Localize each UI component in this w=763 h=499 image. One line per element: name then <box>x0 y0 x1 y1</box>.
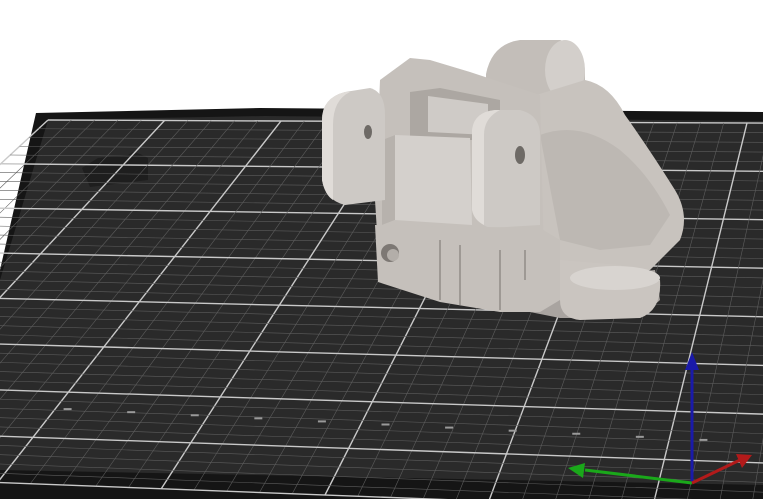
bed-scale-mark <box>127 411 136 414</box>
model-right-ear-hole <box>515 146 525 164</box>
bed-scale-mark <box>699 438 708 441</box>
bed-scale-mark <box>317 420 326 423</box>
model-left-ear-hole <box>364 125 372 139</box>
3d-scene[interactable] <box>0 0 763 499</box>
bed-scale-mark <box>635 435 644 438</box>
bed-scale-mark <box>508 429 517 432</box>
bed-scale-mark <box>445 426 454 429</box>
bed-scale-mark <box>63 408 72 411</box>
model-right-foot-top <box>570 266 660 290</box>
bed-scale-mark <box>572 432 581 435</box>
model-lower-hole-inner <box>387 249 399 261</box>
bed-scale-mark <box>381 423 390 426</box>
model-front-block <box>382 135 472 225</box>
bed-scale-mark <box>254 417 263 420</box>
bed-scale-mark <box>190 414 199 417</box>
3d-viewport[interactable] <box>0 0 763 499</box>
